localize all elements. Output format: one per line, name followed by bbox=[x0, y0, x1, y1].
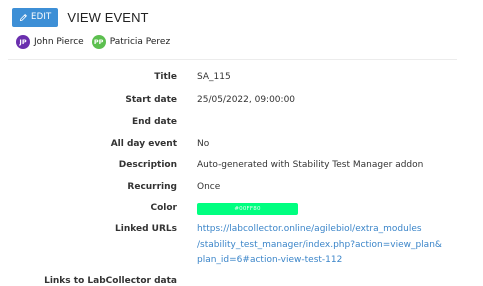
field-value: No bbox=[197, 139, 210, 149]
field-label: Title bbox=[154, 72, 177, 82]
avatar: JP bbox=[16, 35, 30, 49]
color-value: #00FF80 bbox=[197, 203, 298, 215]
field-value: Auto-generated with Stability Test Manag… bbox=[197, 160, 424, 170]
participants: JP John Pierce PP Patricia Perez bbox=[16, 35, 178, 49]
participant-john-pierce[interactable]: JP John Pierce bbox=[16, 35, 84, 49]
field-label: Start date bbox=[125, 95, 177, 105]
field-label: Linked URLs bbox=[115, 224, 177, 234]
page-title: VIEW EVENT bbox=[67, 9, 149, 25]
field-label: Recurring bbox=[127, 182, 177, 192]
field-value: Once bbox=[197, 182, 221, 192]
pencil-icon bbox=[19, 13, 28, 22]
linked-urls: https://labcollector.online/agilebiol/ex… bbox=[197, 222, 442, 269]
edit-button[interactable]: EDIT bbox=[12, 7, 59, 27]
field-label: Description bbox=[118, 160, 177, 170]
participant-name: John Pierce bbox=[34, 37, 84, 47]
participant-patricia-perez[interactable]: PP Patricia Perez bbox=[91, 35, 171, 49]
field-label: End date bbox=[131, 117, 177, 127]
divider bbox=[8, 59, 457, 60]
field-label: Color bbox=[150, 203, 178, 213]
linked-url-line[interactable]: plan_id=6#action-view-test-112 bbox=[197, 253, 442, 269]
field-label: All day event bbox=[110, 139, 177, 149]
edit-button-label: EDIT bbox=[31, 12, 52, 22]
field-value: 25/05/2022, 09:00:00 bbox=[197, 95, 296, 105]
linked-url-line[interactable]: https://labcollector.online/agilebiol/ex… bbox=[197, 222, 442, 238]
participant-name: Patricia Perez bbox=[109, 37, 171, 47]
event-header: EDIT VIEW EVENT bbox=[12, 6, 149, 28]
linked-url-line[interactable]: /stability_test_manager/index.php?action… bbox=[197, 238, 442, 254]
color-swatch: #00FF80 bbox=[197, 203, 298, 215]
avatar: PP bbox=[91, 35, 106, 49]
field-value: SA_115 bbox=[197, 72, 231, 82]
